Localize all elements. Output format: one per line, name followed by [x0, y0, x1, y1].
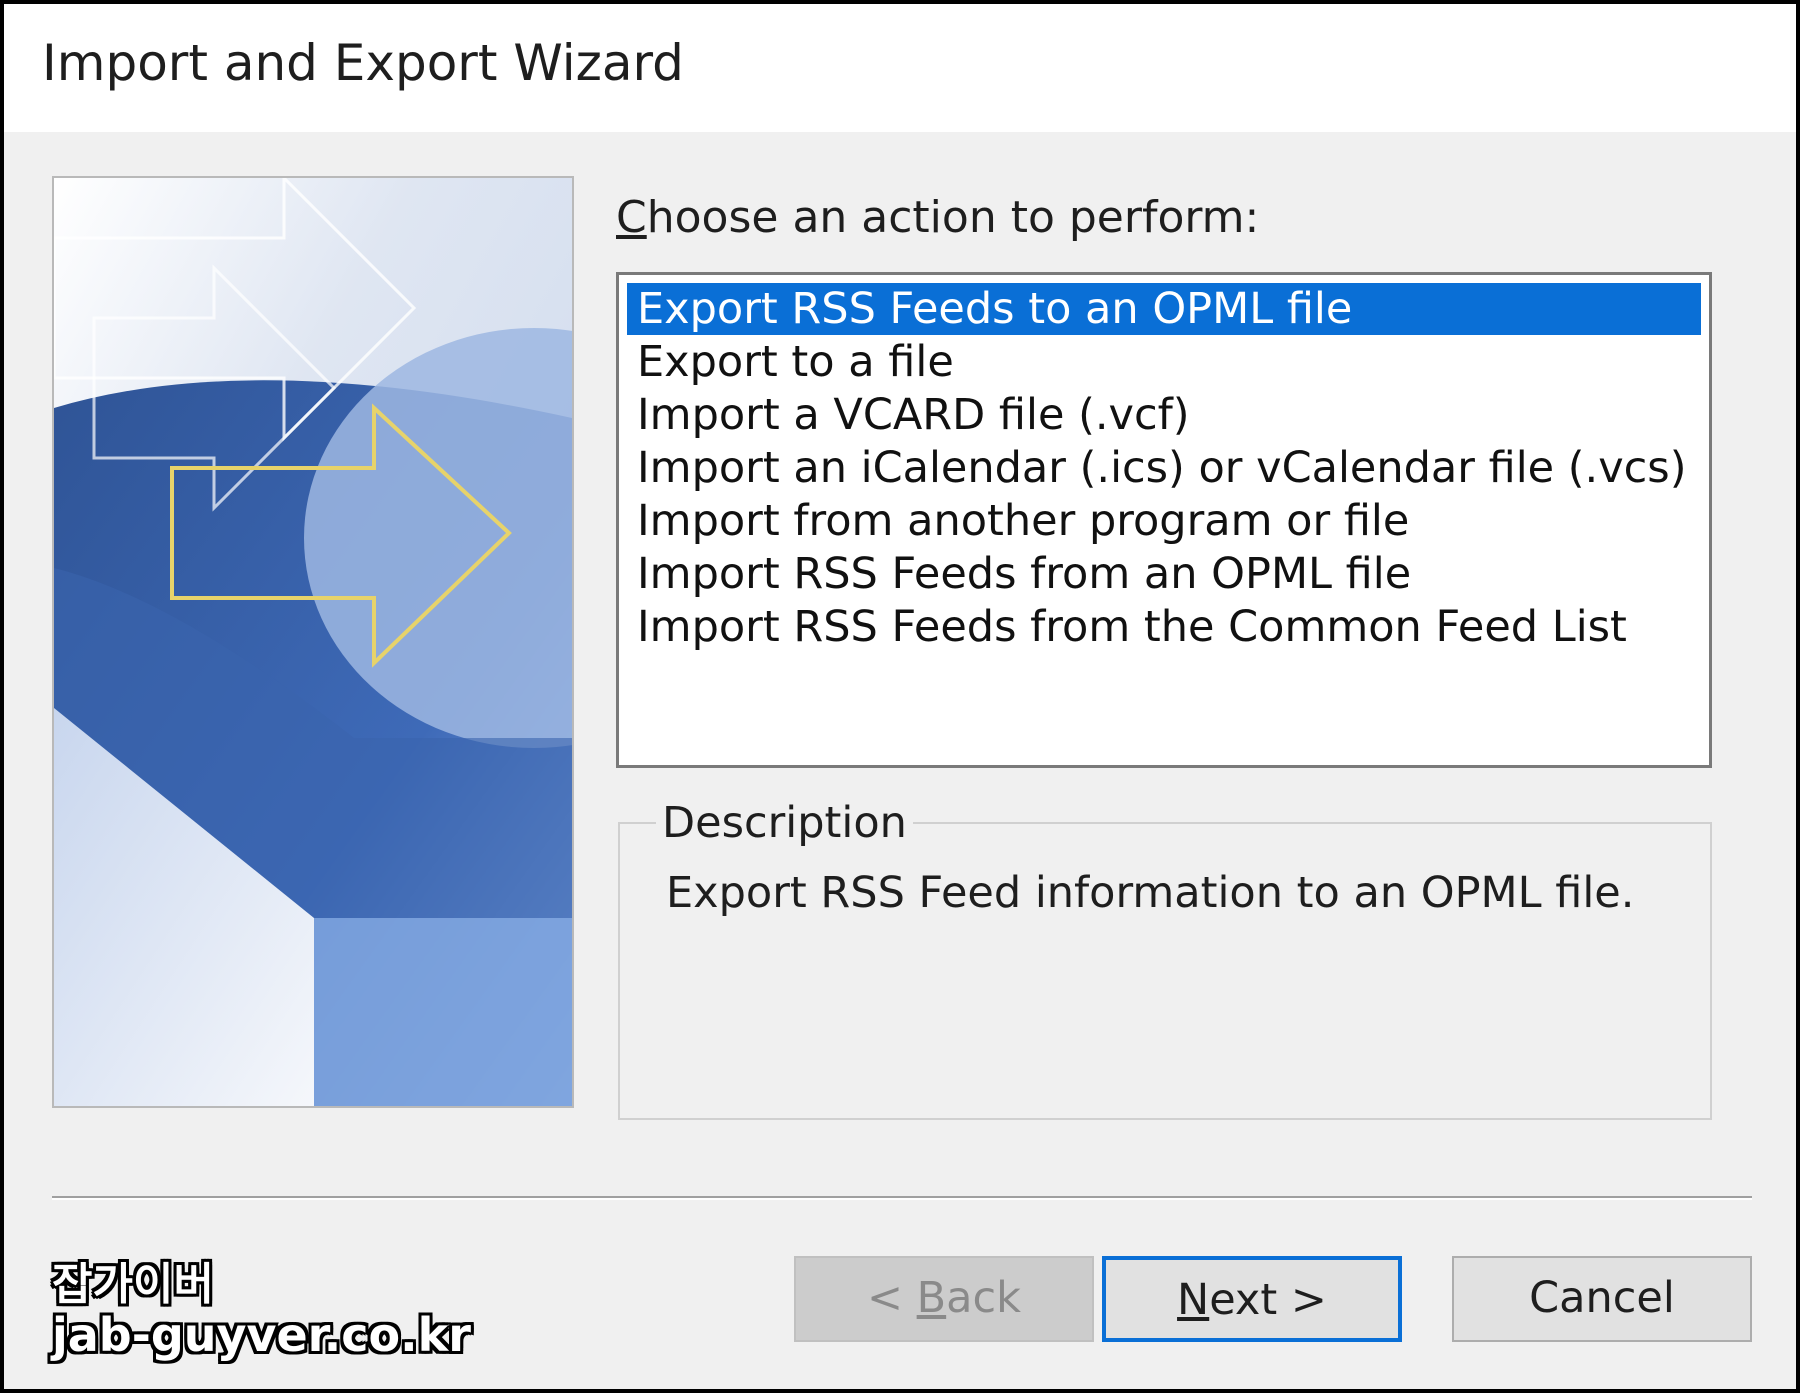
- title-bar: Import and Export Wizard: [4, 4, 1796, 132]
- back-button-mnemonic: B: [916, 1273, 947, 1323]
- description-text: Export RSS Feed information to an OPML f…: [666, 868, 1635, 918]
- description-label: Description: [656, 798, 913, 848]
- list-item-export-to-file[interactable]: Export to a file: [627, 336, 1701, 388]
- site-watermark: 잡가이버 jab-guyver.co.kr: [52, 1259, 471, 1362]
- list-item-import-rss-opml[interactable]: Import RSS Feeds from an OPML file: [627, 548, 1701, 600]
- next-button-label: ext >: [1209, 1275, 1327, 1325]
- watermark-url: jab-guyver.co.kr: [52, 1308, 471, 1362]
- list-item-import-from-program[interactable]: Import from another program or file: [627, 495, 1701, 547]
- description-group: Description Export RSS Feed information …: [618, 798, 1712, 1120]
- list-item-import-icalendar[interactable]: Import an iCalendar (.ics) or vCalendar …: [627, 442, 1701, 494]
- action-listbox[interactable]: Export RSS Feeds to an OPML file Export …: [616, 272, 1712, 768]
- list-item-export-rss-opml[interactable]: Export RSS Feeds to an OPML file: [627, 283, 1701, 335]
- next-button-mnemonic: N: [1177, 1275, 1210, 1325]
- prompt-text: hoose an action to perform:: [646, 192, 1260, 243]
- list-item-import-rss-common-feed[interactable]: Import RSS Feeds from the Common Feed Li…: [627, 601, 1701, 653]
- cancel-button[interactable]: Cancel: [1452, 1256, 1752, 1342]
- dialog-title: Import and Export Wizard: [42, 34, 684, 92]
- back-button[interactable]: < Back: [794, 1256, 1094, 1342]
- footer-separator: [52, 1196, 1752, 1200]
- next-button[interactable]: Next >: [1102, 1256, 1402, 1342]
- list-item-import-vcard[interactable]: Import a VCARD file (.vcf): [627, 389, 1701, 441]
- import-export-wizard-dialog: Import and Export Wizard Choose an actio…: [0, 0, 1800, 1393]
- watermark-korean: 잡가이버: [52, 1259, 214, 1310]
- choose-action-label: Choose an action to perform:: [616, 192, 1259, 243]
- prompt-mnemonic: C: [616, 192, 647, 243]
- wizard-banner-image: [52, 176, 574, 1108]
- back-button-prefix: <: [866, 1273, 917, 1323]
- back-button-label: ack: [946, 1273, 1022, 1323]
